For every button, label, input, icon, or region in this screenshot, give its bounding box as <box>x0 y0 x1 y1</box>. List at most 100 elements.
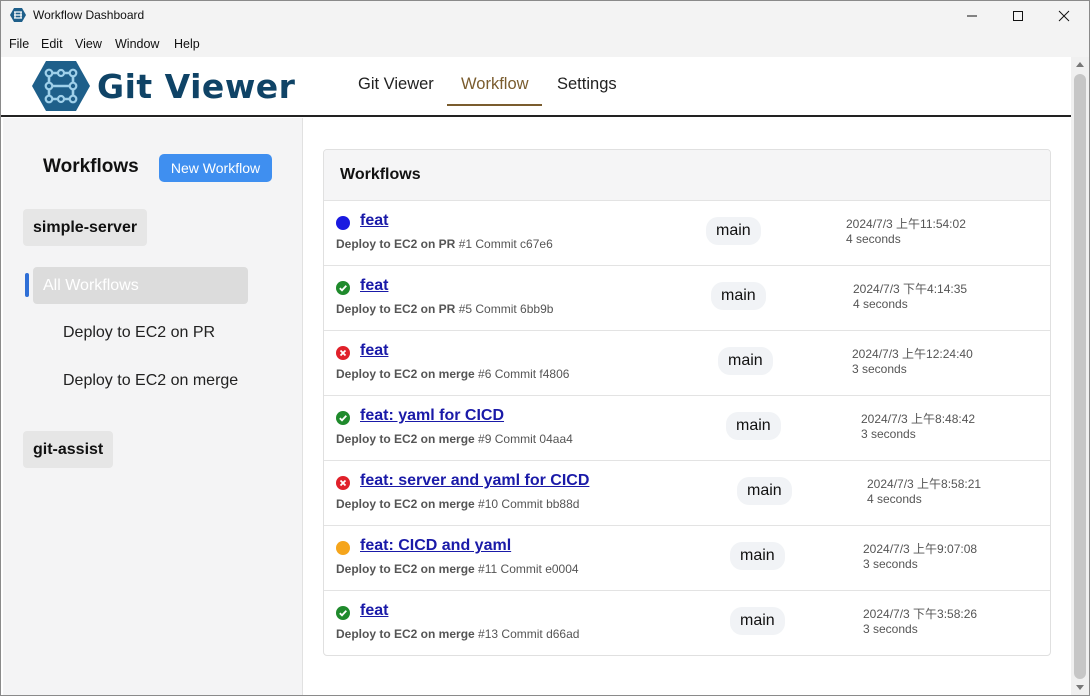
run-title-link[interactable]: feat: server and yaml for CICD <box>360 472 589 490</box>
run-title-link[interactable]: feat: CICD and yaml <box>360 537 511 555</box>
run-duration: 3 seconds <box>852 362 907 376</box>
logo-text: Git Viewer <box>97 67 296 106</box>
app-icon <box>10 8 26 22</box>
run-commit: Commit c67e6 <box>475 237 553 251</box>
queued-status-icon <box>336 541 350 555</box>
workflow-run-row[interactable]: feat: yaml for CICD Deploy to EC2 on mer… <box>324 396 1050 461</box>
selection-indicator <box>25 273 29 297</box>
run-commit: Commit 6bb9b <box>475 302 554 316</box>
run-time: 2024/7/3 上午8:58:21 4 seconds <box>867 477 981 507</box>
tab-git-viewer[interactable]: Git Viewer <box>358 75 434 94</box>
run-title-link[interactable]: feat: yaml for CICD <box>360 407 504 425</box>
close-button[interactable] <box>1041 1 1087 31</box>
menu-window[interactable]: Window <box>115 37 159 51</box>
branch-badge: main <box>711 282 766 310</box>
run-number: #11 <box>478 562 498 576</box>
vertical-scrollbar[interactable] <box>1071 57 1089 695</box>
panel-title: Workflows <box>340 166 421 183</box>
run-commit: Commit 04aa4 <box>494 432 573 446</box>
run-workflow: Deploy to EC2 on merge <box>336 562 475 576</box>
run-title-link[interactable]: feat <box>360 602 388 620</box>
run-time: 2024/7/3 上午12:24:40 3 seconds <box>852 347 973 377</box>
run-time: 2024/7/3 下午3:58:26 3 seconds <box>863 607 977 637</box>
run-number: #1 <box>458 237 473 251</box>
minimize-button[interactable] <box>949 1 995 31</box>
run-date: 2024/7/3 上午12:24:40 <box>852 347 973 361</box>
git-viewer-logo-icon <box>32 61 90 111</box>
workflow-run-row[interactable]: feat: server and yaml for CICD Deploy to… <box>324 461 1050 526</box>
workflow-run-row[interactable]: feat Deploy to EC2 on merge #6 Commit f4… <box>324 331 1050 396</box>
workflow-run-row[interactable]: feat: CICD and yaml Deploy to EC2 on mer… <box>324 526 1050 591</box>
run-duration: 3 seconds <box>861 427 916 441</box>
workflow-run-row[interactable]: feat Deploy to EC2 on PR #1 Commit c67e6… <box>324 201 1050 266</box>
run-workflow: Deploy to EC2 on PR <box>336 237 456 251</box>
menu-file[interactable]: File <box>9 37 29 51</box>
run-date: 2024/7/3 上午9:07:08 <box>863 542 978 556</box>
run-meta: Deploy to EC2 on PR #1 Commit c67e6 <box>336 237 553 251</box>
success-check-icon <box>336 606 350 620</box>
run-meta: Deploy to EC2 on merge #11 Commit e0004 <box>336 562 579 576</box>
scroll-down-arrow-icon[interactable] <box>1076 685 1084 690</box>
menu-view[interactable]: View <box>75 37 102 51</box>
run-commit: Commit f4806 <box>494 367 570 381</box>
new-workflow-button[interactable]: New Workflow <box>159 154 272 182</box>
run-commit: Commit e0004 <box>500 562 579 576</box>
run-workflow: Deploy to EC2 on merge <box>336 432 475 446</box>
run-number: #13 <box>478 627 499 641</box>
sidebar: Workflows New Workflow simple-server All… <box>3 118 303 695</box>
maximize-icon <box>1013 11 1023 21</box>
branch-badge: main <box>718 347 773 375</box>
in-progress-status-icon <box>336 216 350 230</box>
run-time: 2024/7/3 下午4:14:35 4 seconds <box>853 282 967 312</box>
menu-help[interactable]: Help <box>174 37 200 51</box>
run-date: 2024/7/3 上午8:58:21 <box>867 477 982 491</box>
menu-bar: File Edit View Window Help <box>1 31 1089 57</box>
run-duration: 4 seconds <box>867 492 922 506</box>
run-meta: Deploy to EC2 on merge #6 Commit f4806 <box>336 367 569 381</box>
failure-x-icon <box>336 346 350 360</box>
close-icon <box>1058 10 1070 22</box>
sidebar-item-deploy-pr[interactable]: Deploy to EC2 on PR <box>63 324 215 342</box>
run-meta: Deploy to EC2 on merge #9 Commit 04aa4 <box>336 432 573 446</box>
branch-badge: main <box>730 542 785 570</box>
repo-git-assist[interactable]: git-assist <box>23 431 114 468</box>
workflow-run-row[interactable]: feat Deploy to EC2 on merge #13 Commit d… <box>324 591 1050 655</box>
success-check-icon <box>336 281 350 295</box>
run-meta: Deploy to EC2 on PR #5 Commit 6bb9b <box>336 302 553 316</box>
run-date: 2024/7/3 上午8:48:42 <box>861 412 976 426</box>
sidebar-title: Workflows <box>43 156 139 177</box>
run-number: #10 <box>478 497 499 511</box>
run-title-link[interactable]: feat <box>360 342 388 360</box>
run-date: 2024/7/3 上午11:54:02 <box>846 217 966 231</box>
run-number: #6 <box>478 367 492 381</box>
scrollbar-thumb[interactable] <box>1074 74 1086 679</box>
run-workflow: Deploy to EC2 on merge <box>336 627 475 641</box>
tab-settings[interactable]: Settings <box>557 75 617 94</box>
branch-badge: main <box>737 477 792 505</box>
workflows-panel: Workflows feat Deploy to EC2 on PR #1 Co… <box>323 149 1051 656</box>
run-meta: Deploy to EC2 on merge #10 Commit bb88d <box>336 497 579 511</box>
run-workflow: Deploy to EC2 on PR <box>336 302 456 316</box>
run-date: 2024/7/3 下午3:58:26 <box>863 607 978 621</box>
run-time: 2024/7/3 上午8:48:42 3 seconds <box>861 412 975 442</box>
run-duration: 3 seconds <box>863 622 918 636</box>
sidebar-item-all-workflows[interactable]: All Workflows <box>33 267 248 304</box>
repo-simple-server[interactable]: simple-server <box>23 209 148 246</box>
main-content: Workflows feat Deploy to EC2 on PR #1 Co… <box>304 118 1071 695</box>
menu-edit[interactable]: Edit <box>41 37 63 51</box>
run-title-link[interactable]: feat <box>360 212 388 230</box>
run-duration: 3 seconds <box>863 557 918 571</box>
sidebar-item-deploy-merge[interactable]: Deploy to EC2 on merge <box>63 372 238 390</box>
failure-x-icon <box>336 476 350 490</box>
scroll-up-arrow-icon[interactable] <box>1076 62 1084 67</box>
run-commit: Commit bb88d <box>501 497 580 511</box>
success-check-icon <box>336 411 350 425</box>
maximize-button[interactable] <box>995 1 1041 31</box>
workflow-run-row[interactable]: feat Deploy to EC2 on PR #5 Commit 6bb9b… <box>324 266 1050 331</box>
branch-badge: main <box>706 217 761 245</box>
app-header: Git Viewer Git Viewer Workflow Settings <box>1 57 1071 117</box>
run-date: 2024/7/3 下午4:14:35 <box>853 282 968 296</box>
tab-workflow[interactable]: Workflow <box>461 75 529 94</box>
run-meta: Deploy to EC2 on merge #13 Commit d66ad <box>336 627 579 641</box>
run-title-link[interactable]: feat <box>360 277 388 295</box>
